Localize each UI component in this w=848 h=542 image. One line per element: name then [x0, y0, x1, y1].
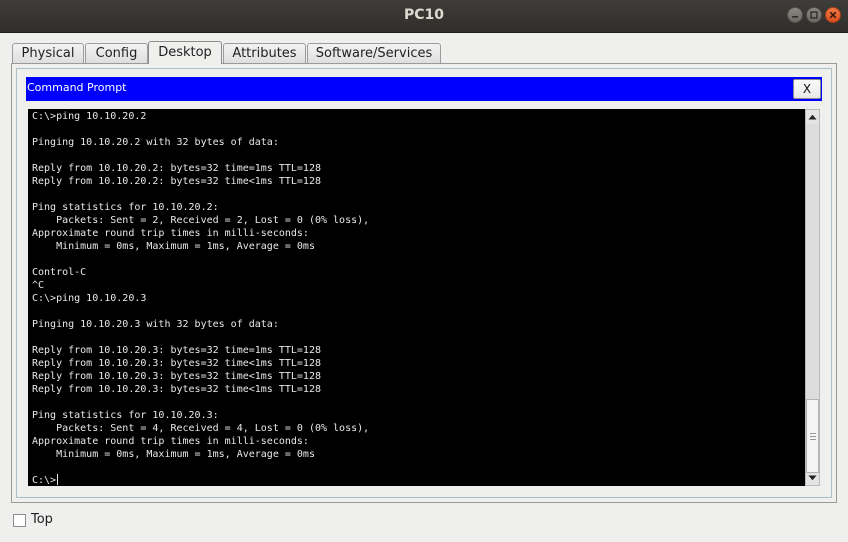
- terminal-line: Reply from 10.10.20.2: bytes=32 time=1ms…: [32, 163, 321, 174]
- terminal-text: C:\>ping 10.10.20.2 Pinging 10.10.20.2 w…: [28, 109, 805, 486]
- close-icon: [829, 11, 837, 19]
- terminal-line: Control-C: [32, 267, 87, 278]
- terminal-line: C:\>ping 10.10.20.2: [32, 111, 147, 122]
- close-window-button[interactable]: [825, 7, 841, 23]
- maximize-icon: [810, 11, 818, 19]
- terminal-line: C:\>ping 10.10.20.3: [32, 293, 147, 304]
- minimize-icon: [792, 16, 798, 18]
- command-prompt-title: Command Prompt: [27, 81, 127, 94]
- terminal-line: Reply from 10.10.20.3: bytes=32 time<1ms…: [32, 384, 321, 395]
- terminal-line: Ping statistics for 10.10.20.3:: [32, 410, 219, 421]
- terminal-output[interactable]: C:\>ping 10.10.20.2 Pinging 10.10.20.2 w…: [28, 109, 805, 486]
- terminal-scrollbar[interactable]: [805, 109, 820, 486]
- terminal-line: C:\>: [32, 475, 57, 486]
- command-prompt-header: Command Prompt X: [26, 77, 822, 101]
- terminal-line: Reply from 10.10.20.3: bytes=32 time<1ms…: [32, 371, 321, 382]
- tab-physical[interactable]: Physical: [12, 43, 84, 63]
- scroll-up-button[interactable]: [806, 110, 819, 124]
- window-title: PC10: [403, 7, 445, 23]
- scroll-track[interactable]: [806, 124, 819, 473]
- tab-attributes[interactable]: Attributes: [223, 43, 306, 63]
- top-checkbox-label: Top: [31, 512, 53, 527]
- tab-desktop[interactable]: Desktop: [148, 41, 222, 64]
- maximize-button[interactable]: [806, 7, 822, 23]
- minimize-button[interactable]: [787, 7, 803, 23]
- command-prompt-close-button[interactable]: X: [793, 79, 821, 99]
- terminal-line: Approximate round trip times in milli-se…: [32, 436, 309, 447]
- arrow-up-icon: [808, 114, 817, 120]
- arrow-down-icon: [808, 475, 817, 481]
- terminal-line: Reply from 10.10.20.2: bytes=32 time<1ms…: [32, 176, 321, 187]
- terminal-line: Minimum = 0ms, Maximum = 1ms, Average = …: [32, 449, 315, 460]
- terminal-line: Minimum = 0ms, Maximum = 1ms, Average = …: [32, 241, 315, 252]
- window-titlebar[interactable]: PC10: [0, 0, 848, 33]
- terminal-line: Packets: Sent = 2, Received = 2, Lost = …: [32, 215, 370, 226]
- terminal-line: Approximate round trip times in milli-se…: [32, 228, 309, 239]
- terminal-line: Reply from 10.10.20.3: bytes=32 time=1ms…: [32, 345, 321, 356]
- terminal-line: Pinging 10.10.20.3 with 32 bytes of data…: [32, 319, 279, 330]
- top-checkbox[interactable]: [13, 514, 26, 527]
- terminal-line: Ping statistics for 10.10.20.2:: [32, 202, 219, 213]
- tab-config[interactable]: Config: [85, 43, 148, 63]
- terminal-line: Packets: Sent = 4, Received = 4, Lost = …: [32, 423, 370, 434]
- scroll-thumb[interactable]: [806, 399, 819, 473]
- scroll-down-button[interactable]: [806, 471, 819, 485]
- text-cursor: [57, 474, 59, 485]
- terminal-line: Reply from 10.10.20.3: bytes=32 time<1ms…: [32, 358, 321, 369]
- terminal-line: Pinging 10.10.20.2 with 32 bytes of data…: [32, 137, 279, 148]
- terminal-line: ^C: [32, 280, 45, 291]
- tab-software-services[interactable]: Software/Services: [307, 43, 441, 63]
